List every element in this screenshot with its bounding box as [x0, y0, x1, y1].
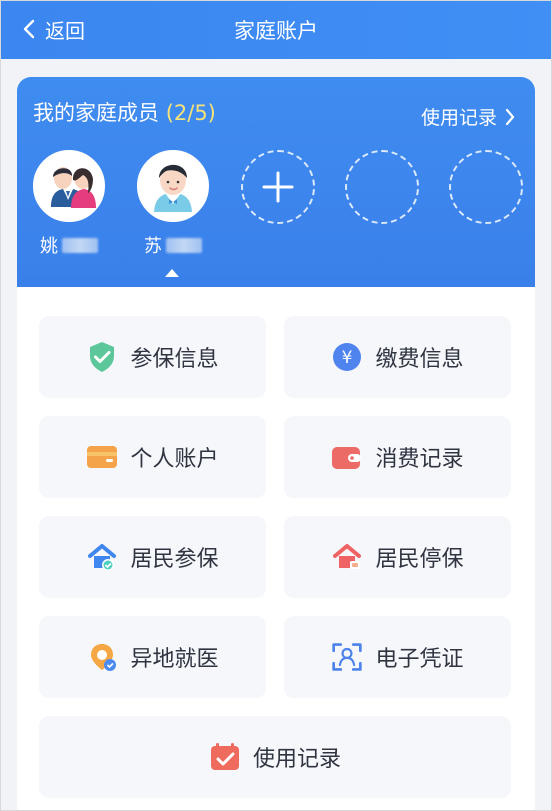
checklist-icon — [209, 741, 241, 773]
family-member-yao[interactable]: 姚 — [33, 150, 105, 258]
shield-check-icon — [86, 341, 118, 373]
consumption-record-button[interactable]: 消费记录 — [284, 416, 511, 498]
remote-medical-label: 异地就医 — [130, 647, 219, 672]
chevron-right-icon — [505, 108, 515, 125]
boy-avatar-icon — [137, 150, 209, 222]
resident-stop-insurance-button[interactable]: 居民停保 — [284, 516, 511, 598]
electronic-certificate-button[interactable]: 电子凭证 — [284, 616, 511, 698]
remote-medical-button[interactable]: 异地就医 — [39, 616, 266, 698]
svg-text:¥: ¥ — [342, 348, 353, 368]
personal-account-label: 个人账户 — [130, 447, 219, 472]
family-member-count: (2/5) — [165, 101, 216, 125]
resident-insurance-button[interactable]: 居民参保 — [39, 516, 266, 598]
personal-account-button[interactable]: 个人账户 — [39, 416, 266, 498]
family-title-text: 我的家庭成员 — [33, 101, 159, 125]
masked-name-icon — [166, 237, 202, 253]
insurance-info-label: 参保信息 — [130, 347, 219, 372]
house-insurance-icon — [86, 541, 118, 573]
app-frame: 返回 家庭账户 我的家庭成员 (2/5) 使用记录 姚 苏 参保信息 ¥ 缴费信… — [0, 0, 552, 811]
top-navigation-bar: 返回 家庭账户 — [1, 1, 551, 59]
resident-insurance-label: 居民参保 — [130, 547, 219, 572]
plus-icon — [262, 171, 294, 203]
family-members-card: 我的家庭成员 (2/5) 使用记录 姚 苏 — [17, 77, 535, 287]
payment-info-label: 缴费信息 — [375, 347, 464, 372]
yen-coin-icon: ¥ — [331, 341, 363, 373]
usage-record-link[interactable]: 使用记录 — [421, 103, 515, 130]
face-scan-icon — [331, 641, 363, 673]
usage-record-link-label: 使用记录 — [420, 107, 497, 129]
usage-record-button[interactable]: 使用记录 — [39, 716, 511, 798]
wallet-icon — [331, 441, 363, 473]
page-title: 家庭账户 — [234, 19, 318, 43]
member-name-text: 姚 — [40, 236, 58, 257]
insurance-info-button[interactable]: 参保信息 — [39, 316, 266, 398]
resident-stop-insurance-label: 居民停保 — [375, 547, 464, 572]
empty-member-slot — [449, 150, 523, 224]
masked-name-icon — [62, 237, 98, 253]
couple-avatar-icon — [33, 150, 105, 222]
house-stop-icon — [331, 541, 363, 573]
electronic-certificate-label: 电子凭证 — [375, 647, 464, 672]
service-grid: 参保信息 ¥ 缴费信息 个人账户 消费记录 居民参保 居民停保 异地就医 电子凭… — [17, 287, 535, 810]
selected-member-indicator — [165, 269, 179, 277]
card-icon — [86, 441, 118, 473]
family-members-title: 我的家庭成员 (2/5) — [33, 97, 216, 127]
family-member-su-selected[interactable]: 苏 — [137, 150, 209, 258]
member-name-su: 苏 — [137, 232, 209, 258]
member-name-text: 苏 — [144, 236, 162, 257]
usage-record-label: 使用记录 — [252, 747, 341, 772]
empty-member-slot — [345, 150, 419, 224]
payment-info-button[interactable]: ¥ 缴费信息 — [284, 316, 511, 398]
member-name-yao: 姚 — [33, 232, 105, 258]
location-medical-icon — [86, 641, 118, 673]
add-family-member-button[interactable] — [241, 150, 315, 224]
consumption-record-label: 消费记录 — [375, 447, 464, 472]
